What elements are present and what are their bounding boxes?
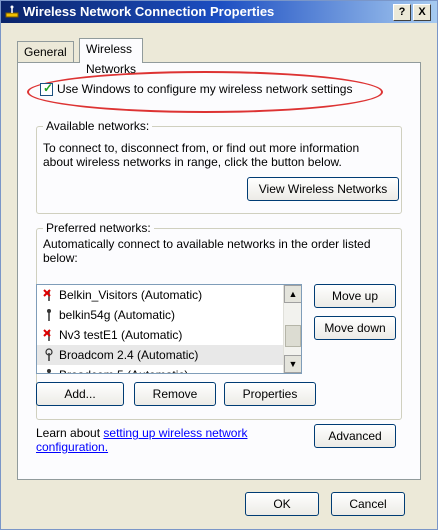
available-networks-legend: Available networks:	[43, 119, 153, 133]
antenna-connected-icon	[45, 348, 53, 361]
scroll-down-button[interactable]: ▼	[284, 355, 301, 373]
network-connection-icon	[5, 5, 19, 18]
setup-link-line2[interactable]: configuration.	[36, 440, 108, 454]
scroll-thumb[interactable]	[285, 325, 301, 347]
ok-button[interactable]: OK	[245, 492, 319, 516]
close-button[interactable]: X	[413, 4, 431, 21]
antenna-x-icon	[43, 289, 51, 301]
tab-general[interactable]: General	[17, 41, 74, 62]
advanced-button[interactable]: Advanced	[314, 424, 396, 448]
preferred-description-line1: Automatically connect to available netwo…	[43, 237, 371, 251]
list-item-label: belkin54g (Automatic)	[59, 308, 176, 322]
available-description-line1: To connect to, disconnect from, or find …	[43, 141, 360, 155]
remove-button[interactable]: Remove	[134, 382, 216, 406]
available-description-line2: about wireless networks in range, click …	[43, 155, 342, 169]
checkmark-icon: ✓	[43, 81, 54, 95]
scroll-up-button[interactable]: ▲	[284, 285, 301, 303]
setup-link-line1[interactable]: setting up wireless network	[103, 426, 247, 440]
list-item-label: Broadcom 2.4 (Automatic)	[59, 348, 199, 362]
learn-about-text: Learn about setting up wireless network	[36, 426, 247, 440]
antenna-icon	[47, 369, 51, 373]
list-item-label: Broadcom 5 (Automatic)	[59, 365, 188, 373]
available-networks-group: Available networks: To connect to, disco…	[36, 119, 402, 214]
antenna-x-icon	[43, 329, 51, 341]
properties-dialog: Wireless Network Connection Properties ?…	[0, 0, 438, 530]
preferred-networks-legend: Preferred networks:	[43, 221, 154, 235]
antenna-icon	[47, 309, 51, 321]
add-button[interactable]: Add...	[36, 382, 124, 406]
tab-general-label: General	[24, 45, 67, 59]
list-item[interactable]: Nv3 testE1 (Automatic)	[37, 325, 283, 345]
cancel-button[interactable]: Cancel	[331, 492, 405, 516]
wireless-networks-panel: ✓ Use Windows to configure my wireless n…	[17, 62, 421, 480]
list-item-label: Nv3 testE1 (Automatic)	[59, 328, 183, 342]
tab-wireless-networks[interactable]: Wireless Networks	[79, 38, 144, 76]
use-windows-checkbox-label[interactable]: Use Windows to configure my wireless net…	[57, 82, 352, 96]
learn-about-prefix: Learn about	[36, 426, 101, 440]
preferred-networks-list[interactable]: Belkin_Visitors (Automatic) belkin54g (A…	[36, 284, 302, 374]
tab-wireless-networks-label: Wireless Networks	[86, 42, 137, 76]
view-wireless-networks-button[interactable]: View Wireless Networks	[247, 177, 399, 201]
title-bar[interactable]: Wireless Network Connection Properties ?…	[1, 1, 437, 23]
help-button[interactable]: ?	[393, 4, 411, 21]
list-item[interactable]: Broadcom 5 (Automatic)	[37, 365, 283, 373]
list-scrollbar[interactable]: ▲ ▼	[283, 285, 301, 373]
move-up-button[interactable]: Move up	[314, 284, 396, 308]
move-down-button[interactable]: Move down	[314, 316, 396, 340]
properties-button[interactable]: Properties	[224, 382, 316, 406]
list-item[interactable]: belkin54g (Automatic)	[37, 305, 283, 325]
window-title: Wireless Network Connection Properties	[23, 4, 275, 19]
list-item-label: Belkin_Visitors (Automatic)	[59, 288, 203, 302]
list-item[interactable]: Belkin_Visitors (Automatic)	[37, 285, 283, 305]
use-windows-checkbox[interactable]: ✓	[40, 81, 54, 96]
preferred-description-line2: below:	[43, 251, 78, 265]
list-item-selected[interactable]: Broadcom 2.4 (Automatic)	[37, 345, 283, 365]
